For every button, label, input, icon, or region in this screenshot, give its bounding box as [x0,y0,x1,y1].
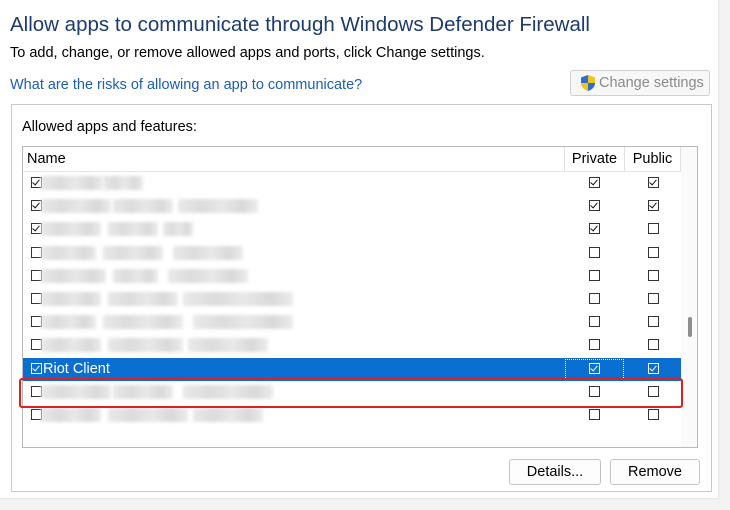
obscured-app-name [108,338,183,353]
obscured-app-name [103,176,143,190]
list-item[interactable] [23,288,681,311]
scrollbar-thumb[interactable] [688,317,692,337]
private-checkbox[interactable] [589,339,600,351]
details-button[interactable]: Details... [509,459,601,485]
obscured-app-name [41,408,101,422]
public-checkbox[interactable] [648,200,659,212]
column-header-public[interactable]: Public [624,147,681,171]
remove-button[interactable]: Remove [610,459,700,485]
private-checkbox[interactable] [589,200,600,212]
obscured-app-name [193,408,263,422]
obscured-app-name [183,292,293,306]
public-checkbox[interactable] [648,223,659,235]
public-checkbox[interactable] [648,177,659,188]
allowed-apps-label: Allowed apps and features: [22,119,197,135]
obscured-app-name [41,338,101,353]
list-scrollbar[interactable] [681,147,697,447]
obscured-app-name [113,268,158,283]
obscured-app-name [108,408,188,422]
highlight-annotation [19,378,683,408]
page-subtitle: To add, change, or remove allowed apps a… [10,45,485,61]
list-header: Name Private Public [23,147,681,172]
obscured-app-name [168,268,248,283]
list-item[interactable] [23,195,681,218]
obscured-app-name [173,245,243,260]
list-item[interactable] [23,218,681,241]
obscured-app-name [178,199,258,214]
column-header-private[interactable]: Private [564,147,624,171]
enabled-checkbox[interactable] [31,362,42,374]
private-checkbox[interactable] [589,223,600,235]
public-checkbox[interactable] [648,409,659,420]
obscured-app-name [41,245,96,260]
obscured-app-name [108,292,178,306]
change-settings-label: Change settings [599,75,704,91]
private-checkbox[interactable] [589,246,600,258]
list-item[interactable] [23,265,681,288]
obscured-app-name [193,315,293,330]
public-checkbox[interactable] [648,362,659,374]
obscured-app-name [103,245,163,260]
list-item[interactable] [23,242,681,265]
private-checkbox[interactable] [589,177,600,188]
risks-link[interactable]: What are the risks of allowing an app to… [10,77,362,93]
private-checkbox[interactable] [589,316,600,328]
obscured-app-name [41,222,101,237]
obscured-app-name [113,199,173,214]
obscured-app-name [41,199,111,214]
public-checkbox[interactable] [648,339,659,351]
page-title: Allow apps to communicate through Window… [10,13,590,36]
private-checkbox[interactable] [589,409,600,420]
uac-shield-icon [579,74,597,92]
obscured-app-name [41,315,96,330]
public-checkbox[interactable] [648,269,659,281]
change-settings-button[interactable]: Change settings [570,70,710,96]
firewall-panel: Allow apps to communicate through Window… [0,0,719,499]
public-checkbox[interactable] [648,316,659,328]
public-checkbox[interactable] [648,293,659,304]
public-checkbox[interactable] [648,246,659,258]
obscured-app-name [108,222,158,237]
private-checkbox[interactable] [589,293,600,304]
obscured-app-name [41,268,106,283]
private-checkbox[interactable] [589,362,600,374]
obscured-app-name [41,292,101,306]
private-checkbox[interactable] [589,269,600,281]
list-item[interactable] [23,172,681,195]
list-item[interactable] [23,334,681,357]
column-header-name[interactable]: Name [27,147,563,171]
obscured-app-name [163,222,193,237]
obscured-app-name [41,176,103,190]
obscured-app-name [103,315,183,330]
list-item[interactable] [23,311,681,334]
obscured-app-name [188,338,268,353]
